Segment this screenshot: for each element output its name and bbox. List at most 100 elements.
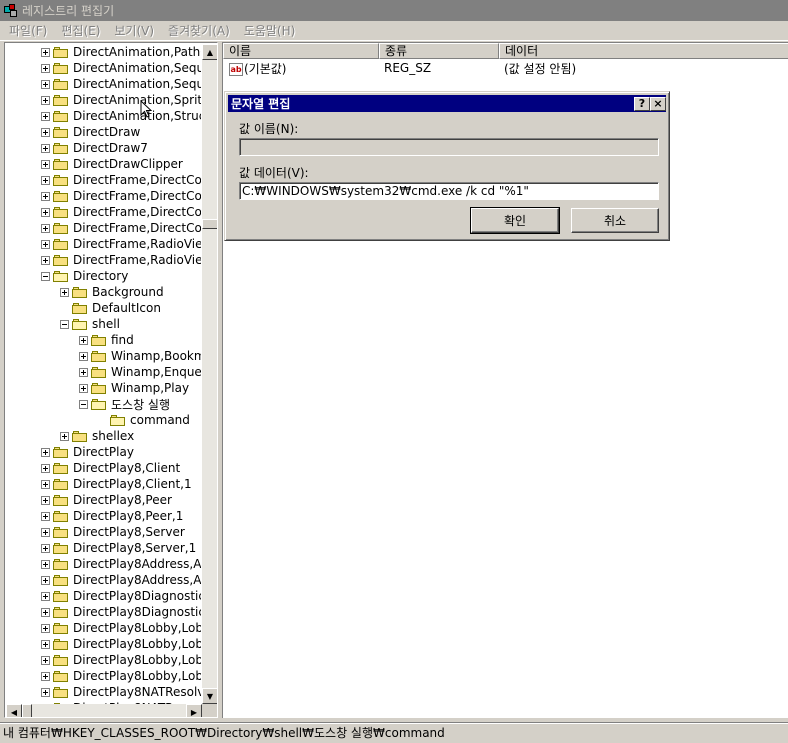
- expand-icon[interactable]: [41, 47, 50, 57]
- collapse-icon[interactable]: [60, 319, 69, 329]
- expand-icon[interactable]: [79, 383, 88, 393]
- tree-item[interactable]: DirectPlay8Lobby,Lobb: [41, 652, 201, 668]
- tree-item[interactable]: DirectPlay8,Peer,1: [41, 508, 184, 524]
- collapse-icon[interactable]: [41, 271, 50, 281]
- scroll-down-button[interactable]: ▼: [202, 688, 217, 704]
- tree-item[interactable]: DirectDraw7: [41, 140, 149, 156]
- tree-item[interactable]: DirectPlay8Lobby,Lobb: [41, 636, 201, 652]
- expand-icon[interactable]: [41, 127, 50, 137]
- tree-item[interactable]: DirectAnimation,Seque: [41, 60, 201, 76]
- close-button[interactable]: ×: [650, 97, 666, 111]
- expand-icon[interactable]: [41, 191, 50, 201]
- list-item[interactable]: ab (기본값) REG_SZ (값 설정 안됨): [223, 60, 788, 76]
- tree-item[interactable]: DirectFrame,DirectCor: [41, 188, 201, 204]
- collapse-icon[interactable]: [79, 399, 88, 409]
- column-header-data[interactable]: 데이터: [499, 43, 788, 59]
- tree-item[interactable]: shell: [60, 316, 121, 332]
- menu-favorites[interactable]: 즐겨찾기(A): [161, 22, 237, 39]
- tree-item[interactable]: DirectAnimation,PathC: [41, 44, 201, 60]
- expand-icon[interactable]: [41, 543, 50, 553]
- tree-item[interactable]: Winamp,Enque: [79, 364, 201, 380]
- expand-icon[interactable]: [41, 639, 50, 649]
- expand-icon[interactable]: [41, 591, 50, 601]
- tree-item[interactable]: DirectPlay8NATResolv: [41, 684, 201, 700]
- column-header-name[interactable]: 이름: [223, 43, 379, 59]
- column-header-type[interactable]: 종류: [379, 43, 499, 59]
- expand-icon[interactable]: [41, 79, 50, 89]
- expand-icon[interactable]: [41, 463, 50, 473]
- tree-item[interactable]: Winamp,Play: [79, 380, 190, 396]
- expand-icon[interactable]: [41, 687, 50, 697]
- tree-item[interactable]: DirectAnimation,Seque: [41, 76, 201, 92]
- menu-view[interactable]: 보기(V): [107, 22, 161, 39]
- tree-item[interactable]: DirectAnimation,Struct: [41, 108, 201, 124]
- tree-item[interactable]: DirectPlay8Diagnostics: [41, 604, 201, 620]
- expand-icon[interactable]: [41, 239, 50, 249]
- tree-item[interactable]: DefaultIcon: [60, 300, 162, 316]
- tree-item[interactable]: DirectFrame,RadioView: [41, 252, 201, 268]
- expand-icon[interactable]: [41, 511, 50, 521]
- tree-item[interactable]: DirectDrawClipper: [41, 156, 184, 172]
- expand-icon[interactable]: [41, 159, 50, 169]
- tree-item[interactable]: Directory: [41, 268, 129, 284]
- expand-icon[interactable]: [41, 479, 50, 489]
- tree-item[interactable]: find: [79, 332, 135, 348]
- value-data-field[interactable]: [239, 182, 659, 200]
- tree-item[interactable]: DirectPlay8,Client,1: [41, 476, 193, 492]
- help-button[interactable]: ?: [634, 97, 650, 111]
- expand-icon[interactable]: [41, 575, 50, 585]
- scroll-up-button[interactable]: ▲: [202, 44, 217, 60]
- expand-icon[interactable]: [41, 447, 50, 457]
- expand-icon[interactable]: [41, 111, 50, 121]
- tree-item[interactable]: DirectPlay8,Peer: [41, 492, 173, 508]
- expand-icon[interactable]: [41, 527, 50, 537]
- expand-icon[interactable]: [41, 495, 50, 505]
- expand-icon[interactable]: [41, 559, 50, 569]
- tree-item[interactable]: DirectFrame,RadioView: [41, 236, 201, 252]
- scroll-right-button[interactable]: ▶: [186, 704, 202, 717]
- tree-item[interactable]: Winamp,Bookm: [79, 348, 201, 364]
- menu-file[interactable]: 파일(F): [2, 22, 54, 39]
- menu-edit[interactable]: 편집(E): [54, 22, 107, 39]
- tree-item[interactable]: DirectPlay8Diagnostics: [41, 588, 201, 604]
- expand-icon[interactable]: [79, 351, 88, 361]
- cancel-button[interactable]: 취소: [571, 208, 659, 233]
- scroll-thumb[interactable]: [202, 219, 217, 229]
- tree-item[interactable]: DirectPlay8Address,Ac: [41, 556, 201, 572]
- expand-icon[interactable]: [41, 655, 50, 665]
- expand-icon[interactable]: [41, 95, 50, 105]
- tree-item[interactable]: DirectPlay: [41, 444, 135, 460]
- tree-item[interactable]: DirectPlay8,Server: [41, 524, 186, 540]
- tree-item[interactable]: 도스창 실행: [79, 396, 171, 412]
- tree-item[interactable]: DirectDraw: [41, 124, 141, 140]
- tree-horizontal-scrollbar[interactable]: ◀ ▶: [6, 704, 202, 717]
- ok-button[interactable]: 확인: [470, 207, 560, 234]
- tree-item[interactable]: Background: [60, 284, 165, 300]
- expand-icon[interactable]: [60, 287, 69, 297]
- tree-vertical-scrollbar[interactable]: ▲ ▼: [202, 44, 217, 704]
- expand-icon[interactable]: [41, 623, 50, 633]
- tree-item[interactable]: shellex: [60, 428, 135, 444]
- tree-item[interactable]: DirectPlay8Address,Ac: [41, 572, 201, 588]
- expand-icon[interactable]: [41, 607, 50, 617]
- hscroll-thumb[interactable]: [22, 704, 32, 717]
- expand-icon[interactable]: [41, 63, 50, 73]
- tree-item[interactable]: DirectFrame,DirectCor: [41, 204, 201, 220]
- tree-item[interactable]: command: [98, 412, 191, 428]
- value-name-field[interactable]: [239, 138, 659, 156]
- tree-item[interactable]: DirectFrame,DirectCor: [41, 220, 201, 236]
- tree-item[interactable]: DirectFrame,DirectCor: [41, 172, 201, 188]
- expand-icon[interactable]: [41, 143, 50, 153]
- expand-icon[interactable]: [79, 367, 88, 377]
- tree-item[interactable]: DirectPlay8,Server,1: [41, 540, 197, 556]
- expand-icon[interactable]: [41, 255, 50, 265]
- expand-icon[interactable]: [60, 431, 69, 441]
- scroll-left-button[interactable]: ◀: [6, 704, 22, 717]
- expand-icon[interactable]: [41, 223, 50, 233]
- tree-item[interactable]: DirectPlay8,Client: [41, 460, 181, 476]
- expand-icon[interactable]: [79, 335, 88, 345]
- tree-item[interactable]: DirectPlay8Lobby,Lobb: [41, 668, 201, 684]
- menu-help[interactable]: 도움말(H): [237, 22, 303, 39]
- tree-item[interactable]: DirectAnimation,Sprite: [41, 92, 201, 108]
- expand-icon[interactable]: [41, 175, 50, 185]
